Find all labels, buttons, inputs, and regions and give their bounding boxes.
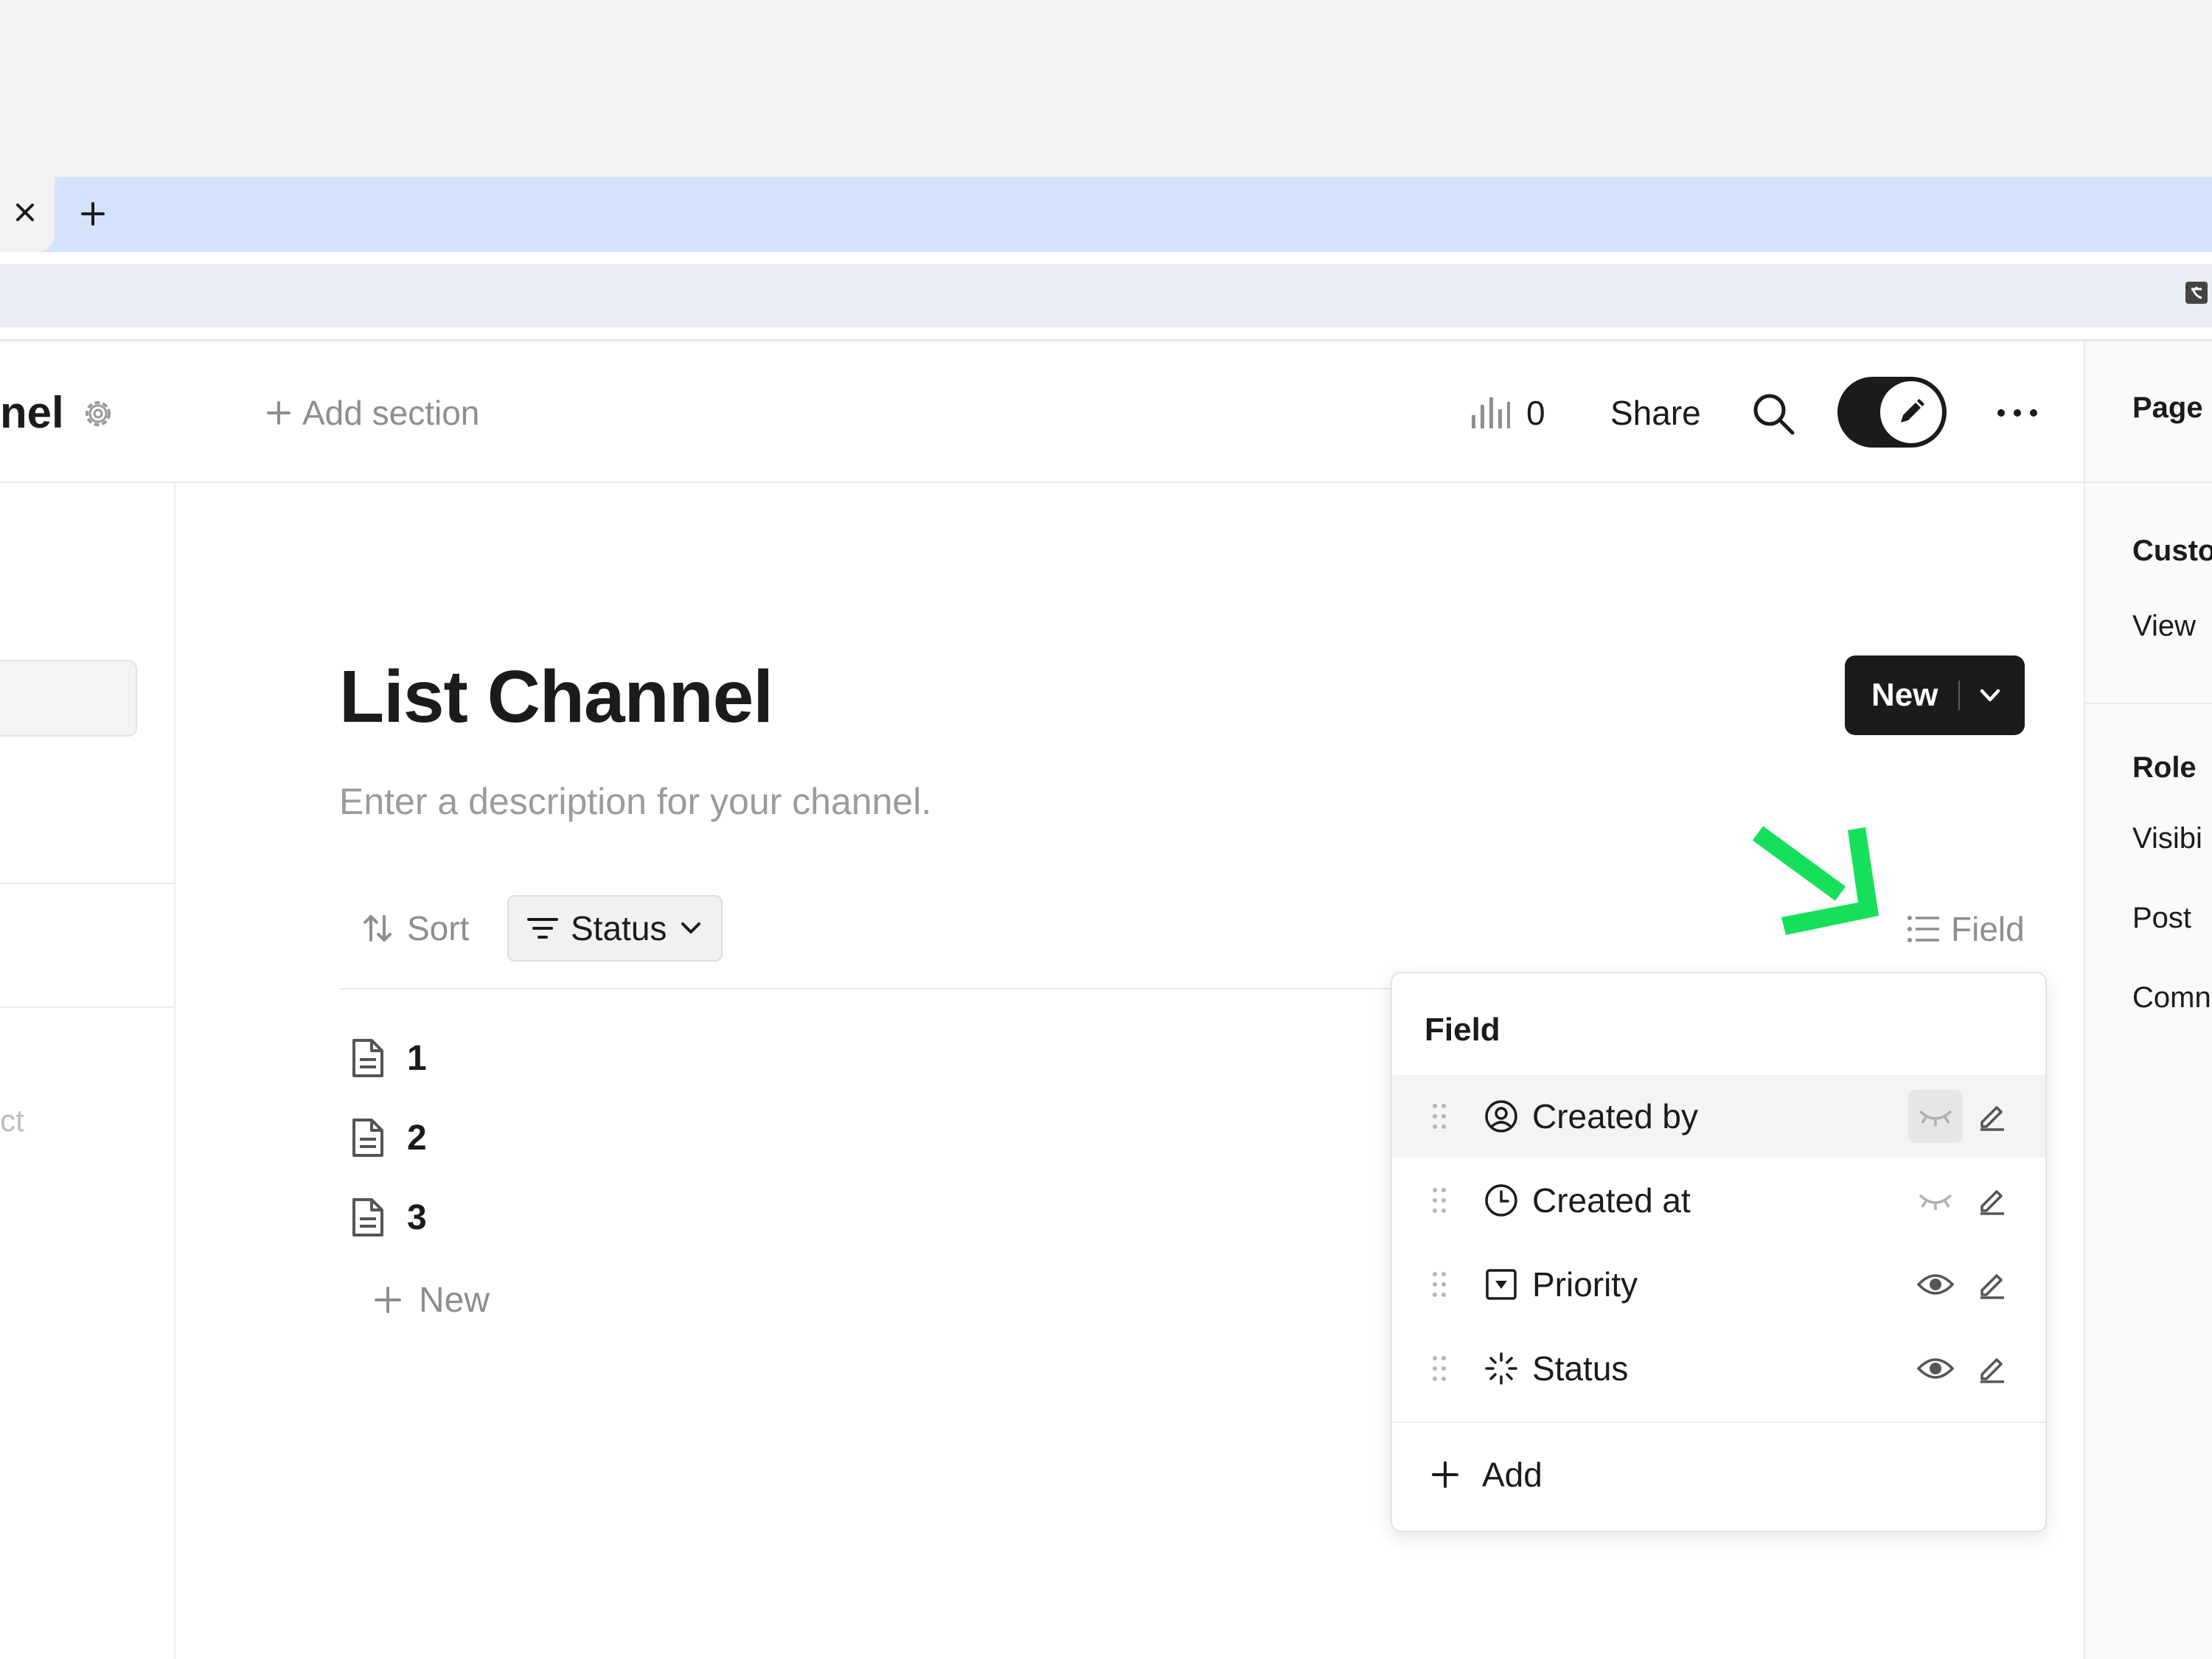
- drag-handle-icon[interactable]: [1430, 1102, 1448, 1131]
- add-item-button[interactable]: New: [373, 1274, 490, 1326]
- page-tab[interactable]: Page: [2132, 392, 2203, 425]
- field-row-created-at[interactable]: Created at: [1392, 1159, 2045, 1242]
- plus-icon: [375, 1287, 401, 1313]
- popover-title: Field: [1425, 1012, 1500, 1048]
- tab-strip: [0, 177, 2212, 252]
- panel-item-post[interactable]: Post: [2132, 902, 2191, 935]
- more-options-icon[interactable]: [1994, 398, 2041, 428]
- visibility-toggle[interactable]: [1908, 1258, 1963, 1311]
- edit-mode-toggle[interactable]: [1837, 377, 1947, 448]
- clock-icon: [1485, 1184, 1517, 1217]
- loader-icon: [1485, 1352, 1517, 1385]
- visibility-toggle[interactable]: [1908, 1174, 1963, 1227]
- browser-toolbar: [0, 264, 2212, 327]
- drag-handle-icon[interactable]: [1430, 1354, 1448, 1383]
- popover-divider: [1392, 1422, 2045, 1423]
- add-field-label: Add: [1482, 1455, 1543, 1494]
- bar-chart-icon: [1472, 397, 1510, 428]
- select-box-icon: [1486, 1269, 1517, 1300]
- field-button[interactable]: Field: [1907, 905, 2025, 953]
- pencil-icon[interactable]: [1976, 1184, 2008, 1217]
- add-item-label: New: [419, 1280, 490, 1320]
- sort-button[interactable]: Sort: [361, 904, 469, 953]
- add-section-button[interactable]: Add section: [265, 389, 479, 437]
- sidebar-partial-text: ct: [0, 1103, 24, 1138]
- field-row-status[interactable]: Status: [1392, 1327, 2045, 1410]
- status-filter-button[interactable]: Status: [507, 895, 723, 961]
- translate-icon[interactable]: [2184, 279, 2212, 311]
- panel-divider: [2085, 703, 2212, 704]
- window-top-area: [0, 0, 2212, 177]
- new-button-label: New: [1871, 677, 1938, 713]
- pencil-icon[interactable]: [1976, 1100, 2008, 1133]
- share-button[interactable]: Share: [1610, 389, 1701, 437]
- channel-name: nel: [0, 388, 64, 437]
- panel-item-customize[interactable]: Custo: [2132, 535, 2212, 568]
- plus-icon: [1432, 1461, 1458, 1488]
- eye-closed-icon: [1919, 1194, 1952, 1210]
- view-stats[interactable]: 0: [1470, 389, 1545, 437]
- filter-label: Status: [571, 909, 667, 947]
- sort-arrows-icon: [364, 915, 392, 942]
- sidebar-divider: [0, 1006, 174, 1008]
- field-label: Field: [1951, 910, 2025, 948]
- new-post-button[interactable]: New: [1845, 655, 2025, 735]
- right-settings-panel: Page Custo View Role Visibi Post Comn: [2084, 341, 2212, 1659]
- annotation-arrow-icon: [1747, 823, 1888, 941]
- eye-closed-icon: [1919, 1110, 1952, 1126]
- drag-handle-icon[interactable]: [1430, 1270, 1448, 1299]
- list-item-title: 1: [407, 1038, 427, 1078]
- list-item[interactable]: 3: [349, 1192, 427, 1243]
- field-label: Priority: [1532, 1265, 1638, 1304]
- panel-item-role: Role: [2132, 751, 2197, 784]
- view-count: 0: [1526, 394, 1545, 432]
- field-popover: Field Created by Created at Priority Sta…: [1391, 972, 2047, 1532]
- field-row-priority[interactable]: Priority: [1392, 1243, 2045, 1326]
- field-row-created-by[interactable]: Created by: [1392, 1075, 2045, 1158]
- list-item[interactable]: 1: [349, 1032, 427, 1084]
- chevron-down-icon[interactable]: [1976, 681, 2004, 709]
- pencil-icon[interactable]: [1976, 1352, 2008, 1385]
- drag-handle-icon[interactable]: [1430, 1186, 1448, 1215]
- panel-item-comment[interactable]: Comn: [2132, 981, 2211, 1015]
- eye-icon: [1916, 1274, 1955, 1295]
- search-icon[interactable]: [1750, 391, 1796, 437]
- filter-icon: [527, 918, 558, 939]
- panel-item-visibility[interactable]: Visibi: [2132, 822, 2202, 855]
- user-circle-icon: [1485, 1100, 1517, 1133]
- document-icon: [352, 1198, 383, 1237]
- panel-item-view[interactable]: View: [2132, 610, 2196, 643]
- chevron-down-icon: [681, 922, 701, 933]
- gear-icon[interactable]: [80, 395, 116, 432]
- visibility-toggle[interactable]: [1908, 1342, 1963, 1395]
- document-icon: [352, 1039, 383, 1077]
- field-label: Status: [1532, 1349, 1629, 1388]
- field-label: Created by: [1532, 1097, 1699, 1135]
- list-item-title: 3: [407, 1197, 427, 1237]
- add-section-label: Add section: [302, 394, 480, 432]
- list-item[interactable]: 2: [349, 1112, 427, 1164]
- new-tab-icon[interactable]: [77, 198, 109, 230]
- field-label: Created at: [1532, 1181, 1691, 1220]
- sidebar-search-input[interactable]: [0, 660, 137, 737]
- panel-divider: [2085, 481, 2212, 483]
- add-field-button[interactable]: Add: [1430, 1451, 1543, 1498]
- pencil-icon: [1880, 381, 1942, 443]
- plus-icon: [267, 401, 291, 425]
- button-separator: [1958, 681, 1961, 710]
- list-item-title: 2: [407, 1118, 427, 1158]
- toolbar-divider: [339, 988, 1394, 990]
- document-icon: [352, 1119, 383, 1157]
- sort-label: Sort: [407, 909, 470, 947]
- sidebar-divider: [0, 883, 174, 884]
- list-icon: [1907, 916, 1939, 942]
- pencil-icon[interactable]: [1976, 1268, 2008, 1301]
- page-title[interactable]: List Channel: [339, 649, 773, 745]
- tab-close-icon[interactable]: [10, 198, 40, 227]
- channel-description-input[interactable]: Enter a description for your channel.: [339, 776, 931, 827]
- visibility-toggle[interactable]: [1908, 1090, 1963, 1143]
- eye-icon: [1916, 1358, 1955, 1379]
